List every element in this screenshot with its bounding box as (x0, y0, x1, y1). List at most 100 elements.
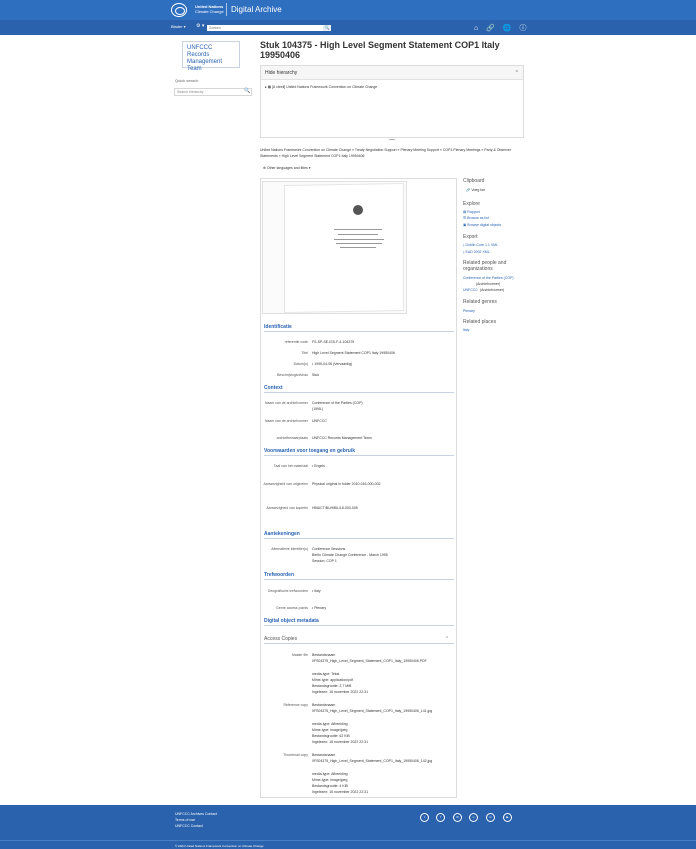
doc-text-line (336, 243, 382, 244)
master-file-link[interactable]: 0FS04375_High_Level_Segment_Statement_CO… (312, 658, 454, 664)
explore-digital-objects-link[interactable]: ▣ Browse digital objects (463, 222, 501, 228)
title-label: Titel (301, 351, 308, 355)
footer-copyright: © 2024 United Nations Framework Conventi… (175, 844, 264, 848)
twitter-icon[interactable]: t (420, 813, 429, 822)
thumbnail-copy-label: Thumbnail copy (283, 753, 308, 757)
related-genres-heading: Related genres (463, 299, 497, 305)
search-input[interactable]: Zoeken (207, 25, 323, 31)
export-heading: Export (463, 234, 478, 240)
hierarchy-panel: Hide hierarchy ⌃ ▸ ▦ [A vitrell] United N… (260, 65, 524, 138)
chevron-up-icon[interactable]: ⌃ (515, 66, 519, 80)
instagram-icon[interactable]: ◘ (453, 813, 462, 822)
thumbnail-ingest-date: Ingelezen: 16 november 2022 22:31 (312, 790, 369, 794)
hierarchy-tree-item[interactable]: ▸ ▦ [A vitrell] United Nations Framework… (265, 85, 377, 89)
search-icon[interactable]: 🔍 (244, 88, 250, 94)
copies-label: Aanwezigheid van kopieën (266, 506, 308, 510)
footer (0, 805, 696, 849)
section-context[interactable]: Context (264, 385, 454, 393)
originals-label: Aanwezigheid van originelen (263, 482, 308, 486)
refcode-label: referentie code (284, 340, 308, 344)
reference-copy-label: Reference copy (283, 703, 308, 707)
breadcrumb[interactable]: United Nations Framework Convention on C… (260, 147, 524, 159)
repository-link[interactable]: UNFCCC Records Management Team (312, 435, 454, 441)
quick-search-label: Quick search (175, 78, 199, 83)
master-file-label: Master file (291, 653, 308, 657)
app-title[interactable]: Digital Archive (231, 5, 282, 14)
geo-link[interactable]: • Italy (312, 588, 454, 594)
explore-heading: Explore (463, 201, 480, 207)
logo-divider (226, 3, 227, 16)
clipboard-heading: Clipboard (463, 178, 485, 184)
related-people-heading: Related people and organizations (463, 260, 507, 272)
facebook-icon[interactable]: f (436, 813, 445, 822)
repository-logo-box[interactable]: UNFCCC Records Management Team (182, 41, 240, 72)
language-value: • Engels (312, 464, 325, 468)
reference-ingest-date: Ingelezen: 16 november 2022 22:31 (312, 740, 369, 744)
chevron-up-icon[interactable]: ⌃ (445, 636, 449, 642)
footer-unfccc-contact-link[interactable]: UNFCCC Contact (175, 824, 203, 828)
creator-label: Naam van de archiefvormer (264, 401, 308, 405)
creator2-link[interactable]: UNFCCC (312, 418, 454, 424)
hierarchy-header-label: Hide hierarchy (265, 70, 298, 76)
master-ingest-date: Ingelezen: 16 november 2022 22:31 (312, 690, 369, 694)
footer-terms-link[interactable]: Terms of use (175, 818, 195, 822)
page-title: Stuk 104375 - High Level Segment Stateme… (260, 40, 500, 60)
level-value: Stuk (312, 373, 320, 377)
doc-text-line (334, 229, 382, 230)
export-ead-link[interactable]: ⤓ EAD 2002 XML (463, 249, 490, 255)
related-places-heading: Related places (463, 319, 497, 325)
org-name-line2: Climate Change (195, 9, 224, 14)
youtube-icon[interactable]: ▶ (503, 813, 512, 822)
explore-browse-list-link[interactable]: ☰ Browse as list (463, 215, 489, 221)
date-label: Datum(s) (293, 362, 308, 366)
doc-text-line (340, 247, 376, 248)
related-person-2-link[interactable]: UNFCCC (463, 287, 478, 293)
nav-bar (0, 20, 696, 35)
footer-archives-contact-link[interactable]: UNFCCC Archives Contact (175, 812, 217, 816)
section-access-conditions[interactable]: Voorwaarden voor toegang en gebruik (264, 448, 454, 456)
clipboard-add-button[interactable]: 🔗 Voeg toe (466, 187, 485, 193)
language-label: Taal van het materiaal (273, 464, 308, 468)
document-page-image (284, 182, 404, 314)
thumbnail-file-link[interactable]: 0FS04375_High_Level_Segment_Statement_CO… (312, 758, 454, 764)
date-value: • 1995-04-06 (Vervaardig) (312, 362, 353, 366)
footer-divider (0, 840, 696, 841)
hierarchy-search-input[interactable]: Search hierarchy (174, 88, 252, 96)
browse-menu-button[interactable]: Blader ▾ (171, 24, 186, 29)
related-genre-link[interactable]: Plenary (463, 308, 475, 314)
linkedin-icon[interactable]: in (486, 813, 495, 822)
geo-label: Geografische trefwoorden (267, 589, 308, 593)
refcode-value: FS-SP-SE-ISS-F-4-104375 (312, 340, 355, 344)
related-person-2-role: (Archiefvormer) (480, 288, 505, 292)
level-label: Beschrijvingsniveau (277, 373, 308, 377)
genre-label: Genre access points (276, 606, 308, 610)
top-header (0, 0, 696, 20)
other-languages-toggle[interactable]: ⊕ Other languages and titles ▾ (263, 166, 311, 170)
flickr-icon[interactable]: •• (469, 813, 478, 822)
originals-value: Physical original in folder 2010-016-000… (312, 482, 381, 486)
nav-icons[interactable]: ⌂ 🔗 🌐 ⓘ (474, 23, 530, 33)
genre-link[interactable]: • Plenary (312, 605, 454, 611)
alt-id-label: Alternatieve identifier(s) (271, 547, 308, 551)
search-icon[interactable]: 🔍 (323, 25, 331, 31)
un-emblem-icon (353, 205, 363, 215)
creator2-label: Naam van de archiefvormer (264, 419, 308, 423)
alt-id-value-3: Session: COP 1 (312, 559, 337, 563)
section-keywords[interactable]: Trefwoorden (264, 572, 454, 580)
creator-dates: (1995-) (312, 407, 324, 411)
section-digital-object-metadata[interactable]: Digital object metadata (264, 618, 454, 626)
section-notes[interactable]: Aantekeningen (264, 531, 454, 539)
hide-hierarchy-toggle[interactable]: Hide hierarchy ⌃ (261, 66, 523, 80)
resize-grip-icon[interactable]: ▬▬ (389, 137, 395, 141)
un-climate-logo-icon[interactable] (171, 3, 187, 17)
gear-menu-button[interactable]: ⚙ ▾ (196, 23, 204, 29)
related-place-link[interactable]: Italy (463, 327, 469, 333)
copies-value: HB&ICT/BU/MBL/18-003-005 (312, 506, 358, 510)
doc-text-line (338, 234, 378, 235)
export-dc-link[interactable]: ⤓ Dublin Core 1.1 XML (463, 242, 498, 248)
section-identificatie[interactable]: Identificatie (264, 324, 454, 332)
reference-file-link[interactable]: 0FS04375_High_Level_Segment_Statement_CO… (312, 708, 454, 714)
section-access-copies[interactable]: Access Copies (264, 636, 454, 644)
clipboard-add-label: Voeg toe (471, 188, 486, 192)
title-value: High Level Segment Statement COP1 Italy … (312, 351, 395, 355)
